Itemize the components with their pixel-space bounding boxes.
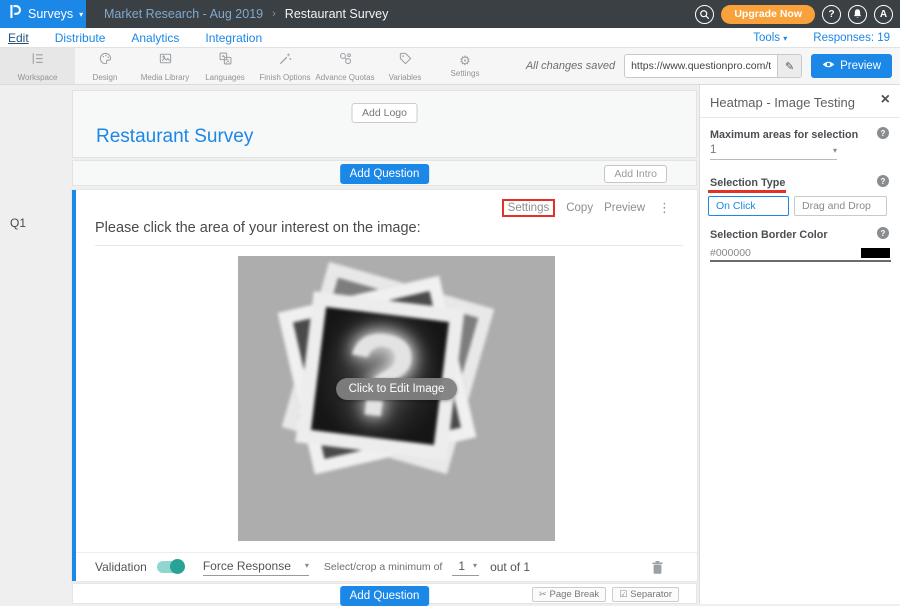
responses-count[interactable]: Responses: 19 xyxy=(813,32,890,44)
tab-analytics[interactable]: Analytics xyxy=(131,31,179,45)
tab-integration[interactable]: Integration xyxy=(205,31,262,45)
border-color-label: Selection Border Color xyxy=(710,229,828,241)
magic-wand-icon xyxy=(278,51,293,71)
gear-icon: ⚙ xyxy=(459,54,471,67)
selection-type-on-click-button[interactable]: On Click xyxy=(708,196,789,216)
chevron-down-icon: ▾ xyxy=(833,146,837,155)
survey-url-box: ✎ xyxy=(624,54,802,78)
avatar[interactable]: A xyxy=(874,5,893,24)
close-icon[interactable]: × xyxy=(881,92,890,108)
tool-design[interactable]: Design xyxy=(75,48,135,84)
heatmap-image-placeholder[interactable]: ? Click to Edit Image xyxy=(238,256,555,541)
survey-header-card: Add Logo Restaurant Survey xyxy=(72,90,697,158)
tool-media-library[interactable]: Media Library xyxy=(135,48,195,84)
selection-type-red-annotation xyxy=(708,190,786,193)
question-copy-button[interactable]: Copy xyxy=(566,202,593,214)
minimum-value-dropdown[interactable]: 1 ▾ xyxy=(452,559,479,576)
selection-type-label: Selection Type xyxy=(710,177,785,189)
tab-edit[interactable]: Edit xyxy=(8,31,29,45)
question-preview-button[interactable]: Preview xyxy=(604,202,645,214)
header-action-strip: Add Question Add Intro xyxy=(72,160,697,186)
page-break-button[interactable]: ✂ Page Break xyxy=(532,587,606,602)
preview-button[interactable]: Preview xyxy=(811,54,892,78)
validation-label: Validation xyxy=(95,560,147,574)
kebab-menu-icon[interactable]: ⋮ xyxy=(658,200,671,216)
border-color-swatch[interactable] xyxy=(861,248,890,258)
max-areas-help-icon[interactable]: ? xyxy=(877,127,889,139)
tool-variables[interactable]: Variables xyxy=(375,48,435,84)
survey-url-input[interactable] xyxy=(625,55,777,77)
chevron-down-icon: ▾ xyxy=(79,10,83,19)
separator-button[interactable]: ☑ Separator xyxy=(612,587,679,602)
minimum-select-label: Select/crop a minimum of xyxy=(324,561,442,573)
panel-title: Heatmap - Image Testing xyxy=(710,95,855,110)
delete-question-trash-icon[interactable] xyxy=(651,560,664,580)
validation-row: Validation Force Response ▾ Select/crop … xyxy=(76,552,697,581)
tool-advance-quotas[interactable]: Advance Quotas xyxy=(315,48,375,84)
selection-type-help-icon[interactable]: ? xyxy=(877,175,889,187)
question-number-label: Q1 xyxy=(10,216,26,230)
tools-menu[interactable]: Tools ▾ xyxy=(753,32,787,44)
max-areas-dropdown[interactable]: 1 ▾ xyxy=(710,144,837,160)
tool-finish-options[interactable]: Finish Options xyxy=(255,48,315,84)
force-response-dropdown[interactable]: Force Response ▾ xyxy=(203,559,309,576)
surveys-menu[interactable]: Surveys ▾ xyxy=(0,0,86,28)
breadcrumb-current: Restaurant Survey xyxy=(285,7,389,21)
border-color-help-icon[interactable]: ? xyxy=(877,227,889,239)
click-to-edit-image-button[interactable]: Click to Edit Image xyxy=(336,378,458,400)
question-settings-button[interactable]: Settings xyxy=(502,199,556,217)
tool-settings[interactable]: ⚙ Settings xyxy=(435,48,495,84)
breadcrumb-folder[interactable]: Market Research - Aug 2019 xyxy=(104,7,263,21)
breadcrumb: Market Research - Aug 2019 › Restaurant … xyxy=(104,0,388,28)
quotas-links-icon xyxy=(338,51,353,71)
selection-type-drag-drop-button[interactable]: Drag and Drop xyxy=(794,196,887,216)
chevron-down-icon: ▾ xyxy=(473,561,477,570)
chevron-down-icon: ▾ xyxy=(305,561,309,570)
survey-editor-canvas: Q1 Add Logo Restaurant Survey Add Questi… xyxy=(0,85,700,604)
eye-icon xyxy=(822,60,835,72)
validation-toggle[interactable] xyxy=(157,561,183,573)
add-question-strip: Add Question ✂ Page Break ☑ Separator xyxy=(72,583,697,604)
tool-workspace[interactable]: Workspace xyxy=(0,48,75,84)
question-card-q1: Settings Copy Preview ⋮ Please click the… xyxy=(72,190,697,581)
search-icon[interactable] xyxy=(695,5,714,24)
tag-icon xyxy=(398,51,413,71)
palette-icon xyxy=(98,51,113,71)
add-intro-button[interactable]: Add Intro xyxy=(604,165,667,183)
border-color-value[interactable]: #000000 xyxy=(710,247,751,259)
tab-distribute[interactable]: Distribute xyxy=(55,31,106,45)
edit-url-pencil-icon[interactable]: ✎ xyxy=(777,55,801,77)
panel-divider xyxy=(700,117,900,118)
max-areas-label: Maximum areas for selection xyxy=(710,129,858,141)
add-logo-button[interactable]: Add Logo xyxy=(351,103,418,123)
out-of-label: out of 1 xyxy=(490,560,530,574)
tool-languages[interactable]: A Languages xyxy=(195,48,255,84)
add-question-button-top[interactable]: Add Question xyxy=(340,164,430,184)
breadcrumb-separator: › xyxy=(272,8,276,20)
scissors-icon: ✂ xyxy=(539,589,547,600)
separator-box-icon: ☑ xyxy=(619,589,627,600)
help-button[interactable]: ? xyxy=(822,5,841,24)
top-bar: Surveys ▾ Market Research - Aug 2019 › R… xyxy=(0,0,900,28)
surveys-menu-label: Surveys xyxy=(28,7,73,21)
chevron-down-icon: ▾ xyxy=(783,34,787,43)
notifications-bell-icon[interactable] xyxy=(848,5,867,24)
placeholder-question-glyph: ? xyxy=(336,304,424,448)
survey-title[interactable]: Restaurant Survey xyxy=(96,126,253,148)
save-status: All changes saved xyxy=(526,60,615,72)
question-settings-panel: Heatmap - Image Testing × Maximum areas … xyxy=(699,85,900,604)
border-color-field: #000000 xyxy=(710,246,891,262)
svg-text:A: A xyxy=(226,58,230,64)
add-question-button-bottom[interactable]: Add Question xyxy=(340,586,430,606)
questionpro-logo-icon xyxy=(9,3,22,25)
image-icon xyxy=(158,51,173,71)
translate-icon: A xyxy=(218,51,233,71)
workspace-icon xyxy=(30,51,45,71)
section-nav: Edit Distribute Analytics Integration To… xyxy=(0,28,900,48)
upgrade-now-button[interactable]: Upgrade Now xyxy=(721,5,815,24)
question-text[interactable]: Please click the area of your interest o… xyxy=(95,220,683,246)
editor-toolbar: Workspace Design Media Library A Languag… xyxy=(0,48,900,85)
